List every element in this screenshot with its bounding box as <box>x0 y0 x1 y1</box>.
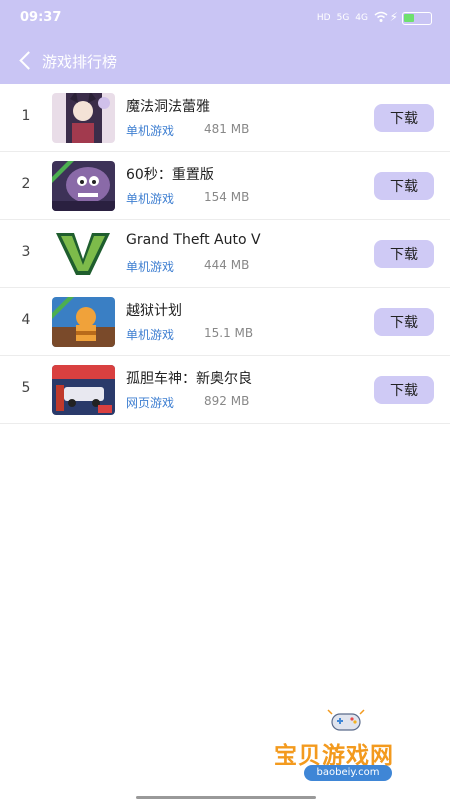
status-bar: 09:37 HD 5G 4G ⚡ <box>0 0 450 38</box>
rank-number: 3 <box>21 244 31 260</box>
game-size: 15.1 MB <box>204 326 254 340</box>
nav-bar: 游戏排行榜 <box>0 38 450 84</box>
game-name: Grand Theft Auto V <box>126 232 261 248</box>
home-indicator[interactable] <box>136 796 316 799</box>
list-item[interactable]: 1 魔法洞法蕾雅 单机游戏 481 MB 下载 <box>0 84 450 152</box>
page-title: 游戏排行榜 <box>42 53 118 71</box>
list-item[interactable]: 3 Grand Theft Auto V 单机游戏 444 MB 下载 <box>0 220 450 288</box>
battery-icon <box>402 12 432 25</box>
download-button[interactable]: 下载 <box>374 172 434 200</box>
watermark-url: baobeiy.com <box>304 765 392 781</box>
rank-number: 5 <box>21 380 31 396</box>
charging-icon: ⚡ <box>389 10 398 24</box>
4g-signal-icon: 4G <box>355 13 368 23</box>
download-button[interactable]: 下载 <box>374 104 434 132</box>
game-category: 单机游戏 <box>126 328 175 342</box>
game-size: 154 MB <box>204 190 250 204</box>
game-category: 单机游戏 <box>126 124 175 138</box>
list-item[interactable]: 4 越狱计划 单机游戏 15.1 MB 下载 <box>0 288 450 356</box>
game-size: 444 MB <box>204 258 250 272</box>
game-thumbnail[interactable] <box>52 365 115 415</box>
game-thumbnail[interactable] <box>52 161 115 211</box>
game-name: 越狱计划 <box>126 303 182 319</box>
game-thumbnail[interactable] <box>52 229 115 279</box>
game-name: 魔法洞法蕾雅 <box>126 99 210 115</box>
game-category: 单机游戏 <box>126 260 175 274</box>
back-chevron-icon[interactable] <box>16 48 36 72</box>
status-time: 09:37 <box>20 10 62 25</box>
game-thumbnail[interactable] <box>52 93 115 143</box>
game-category: 单机游戏 <box>126 192 175 206</box>
download-button[interactable]: 下载 <box>374 240 434 268</box>
game-thumbnail[interactable] <box>52 297 115 347</box>
5g-signal-icon: 5G <box>336 13 350 23</box>
rank-number: 4 <box>21 312 31 328</box>
game-name: 60秒：重置版 <box>126 167 214 183</box>
list-item[interactable]: 2 60秒：重置版 单机游戏 154 MB 下载 <box>0 152 450 220</box>
game-ranking-list: 1 魔法洞法蕾雅 单机游戏 481 MB 下载 2 60秒：重置版 单机游戏 1… <box>0 84 450 424</box>
status-icons: HD 5G 4G <box>317 11 388 28</box>
hd-icon: HD <box>316 13 331 23</box>
rank-number: 2 <box>21 176 31 192</box>
game-category: 网页游戏 <box>126 396 175 410</box>
top-bar: 09:37 HD 5G 4G ⚡ 游戏排行榜 <box>0 0 450 84</box>
download-button[interactable]: 下载 <box>374 308 434 336</box>
site-watermark: 宝贝游戏网 baobeiy.com <box>268 706 428 786</box>
rank-number: 1 <box>21 108 31 124</box>
game-name: 孤胆车神：新奥尔良 <box>126 371 252 387</box>
wifi-icon <box>374 11 388 28</box>
game-size: 481 MB <box>204 122 250 136</box>
download-button[interactable]: 下载 <box>374 376 434 404</box>
game-size: 892 MB <box>204 394 250 408</box>
gamepad-icon <box>326 706 366 736</box>
list-item[interactable]: 5 孤胆车神：新奥尔良 网页游戏 892 MB 下载 <box>0 356 450 424</box>
